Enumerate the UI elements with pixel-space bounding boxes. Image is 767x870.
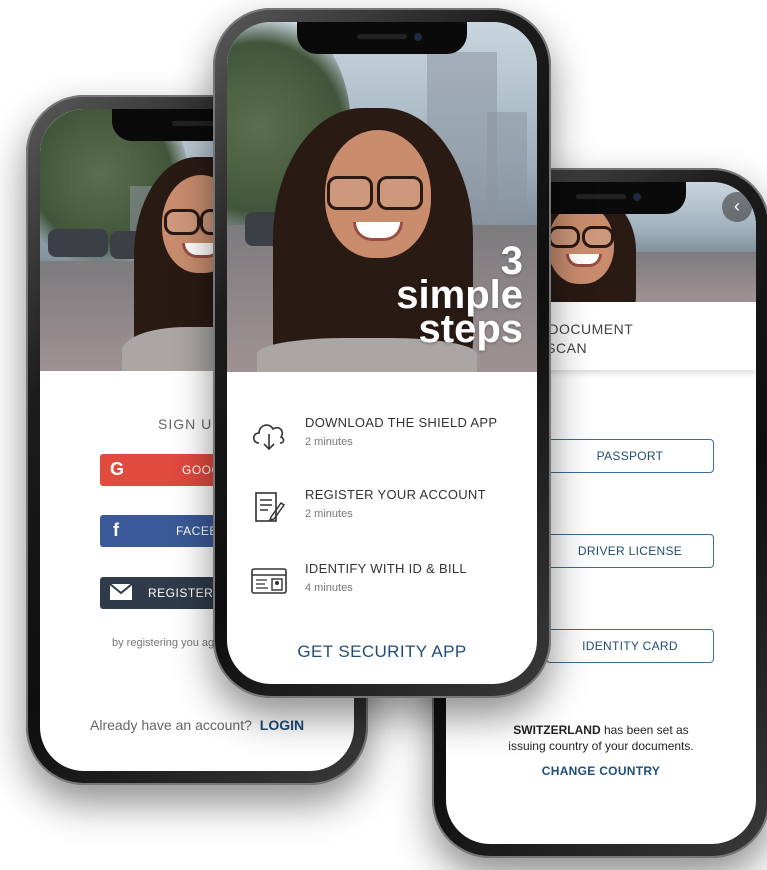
hero-title: 3 simple steps	[396, 241, 524, 351]
already-text: Already have an account?	[90, 717, 252, 733]
step-title: REGISTER YOUR ACCOUNT	[305, 487, 486, 502]
country-name: SWITZERLAND	[513, 723, 601, 737]
step-title: DOWNLOAD THE SHIELD APP	[305, 415, 498, 430]
camera	[633, 193, 641, 201]
change-country-link[interactable]: CHANGE COUNTRY	[446, 764, 756, 778]
step-identify: IDENTIFY WITH ID & BILL 4 minutes	[249, 561, 517, 609]
login-link[interactable]: LOGIN	[260, 717, 304, 733]
mail-icon	[109, 583, 133, 606]
back-button[interactable]: ‹	[722, 192, 752, 222]
passport-button[interactable]: PASSPORT	[546, 439, 714, 473]
step-duration: 4 minutes	[305, 582, 353, 594]
facebook-icon: f	[113, 520, 120, 540]
id-card-icon	[249, 563, 289, 599]
step-register: REGISTER YOUR ACCOUNT 2 minutes	[249, 487, 517, 535]
step-title: IDENTIFY WITH ID & BILL	[305, 561, 467, 576]
cloud-download-icon	[249, 417, 289, 453]
step-download: DOWNLOAD THE SHIELD APP 2 minutes	[249, 415, 517, 463]
chevron-left-icon: ‹	[734, 196, 740, 216]
step-duration: 2 minutes	[305, 436, 353, 448]
notch	[297, 22, 467, 54]
camera	[414, 33, 422, 41]
hero-title-line-3: steps	[418, 307, 524, 351]
login-prompt: Already have an account? LOGIN	[90, 717, 304, 733]
hero-photo: 3 simple steps	[227, 22, 537, 372]
terms-disclaimer: by registering you ag	[112, 637, 215, 649]
country-text-2: issuing country of your documents.	[508, 739, 694, 753]
identity-card-button[interactable]: IDENTITY CARD	[546, 629, 714, 663]
driver-license-button[interactable]: DRIVER LICENSE	[546, 534, 714, 568]
google-icon: G	[110, 459, 125, 479]
country-notice: SWITZERLAND has been set as issuing coun…	[446, 722, 756, 754]
phone-center: 3 simple steps DOWNLOAD THE SHIELD APP 2…	[213, 8, 551, 698]
edit-document-icon	[249, 489, 289, 525]
get-security-app-button[interactable]: GET SECURITY APP	[227, 642, 537, 662]
phone-center-screen: 3 simple steps DOWNLOAD THE SHIELD APP 2…	[227, 22, 537, 684]
step-duration: 2 minutes	[305, 508, 353, 520]
country-text: has been set as	[600, 723, 689, 737]
